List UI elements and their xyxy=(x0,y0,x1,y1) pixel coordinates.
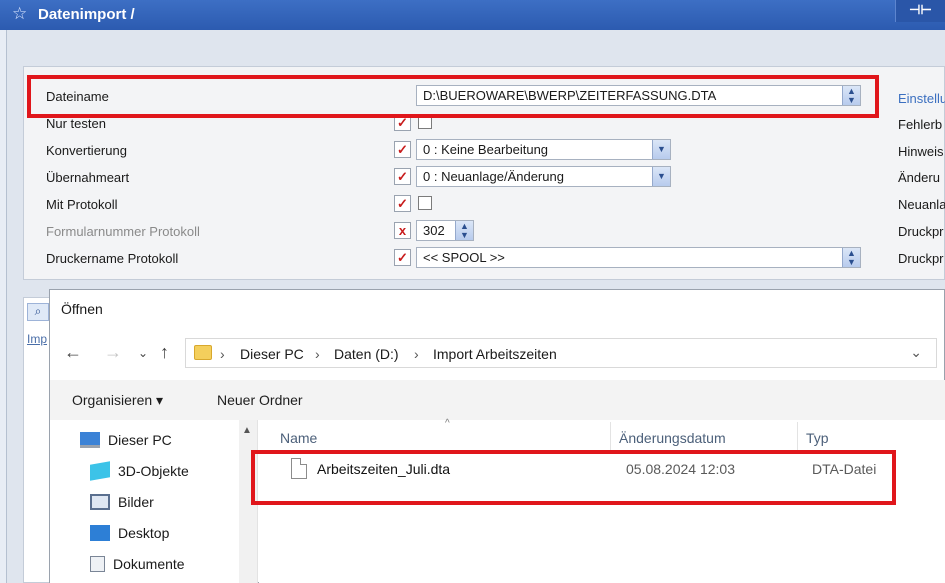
dropdown-arrow-icon[interactable]: ▼ xyxy=(652,167,670,186)
nav-label: Bilder xyxy=(118,494,154,510)
nav-item-bilder[interactable]: Bilder xyxy=(90,494,154,510)
column-header-type[interactable]: Typ xyxy=(806,430,829,446)
nav-label: 3D-Objekte xyxy=(118,463,189,479)
nav-label: Desktop xyxy=(118,525,170,541)
column-divider[interactable] xyxy=(610,422,611,450)
desktop-icon xyxy=(90,525,110,541)
right-label-fehler: Fehlerb xyxy=(898,117,943,132)
row-mit-protokoll: Mit Protokoll ✓ xyxy=(24,191,894,217)
nav-item-desktop[interactable]: Desktop xyxy=(90,525,169,541)
grid-header[interactable]: Imp xyxy=(27,332,47,346)
dropdown-arrow-icon[interactable]: ▼ xyxy=(652,140,670,159)
pictures-icon xyxy=(90,494,110,510)
label-formularnummer: Formularnummer Protokoll xyxy=(46,224,200,239)
navigation-pane: Dieser PC 3D-Objekte Bilder Desktop Doku… xyxy=(50,420,258,583)
stepper-icon[interactable]: ▲ ▼ xyxy=(455,221,473,240)
highlight-file-frame xyxy=(251,450,896,505)
crumb-daten-d[interactable]: Daten (D:) xyxy=(334,346,399,362)
crumb-dieser-pc[interactable]: Dieser PC xyxy=(240,346,304,362)
column-header-name[interactable]: Name xyxy=(280,430,317,446)
sort-ascending-icon: ^ xyxy=(445,418,450,429)
druckername-field[interactable]: << SPOOL >> ▲ ▼ xyxy=(416,247,861,268)
row-druckername: Druckername Protokoll ✓ << SPOOL >> ▲ ▼ xyxy=(24,245,894,271)
right-link-einstellungen[interactable]: Einstellu xyxy=(898,91,945,106)
label-uebernahmeart: Übernahmeart xyxy=(46,170,130,185)
right-label-druck-1: Druckpr xyxy=(898,224,944,239)
override-check-icon[interactable]: ✓ xyxy=(394,141,411,158)
nav-label: Dokumente xyxy=(113,556,185,572)
label-druckername: Druckername Protokoll xyxy=(46,251,179,266)
right-label-hinweis: Hinweis xyxy=(898,144,944,159)
forward-arrow-icon[interactable]: → xyxy=(104,342,122,363)
computer-icon xyxy=(80,432,100,448)
druckername-spinner-icon[interactable]: ▲ ▼ xyxy=(842,248,860,267)
column-header-date[interactable]: Änderungsdatum xyxy=(619,430,726,446)
crumb-import-arbeitszeiten[interactable]: Import Arbeitszeiten xyxy=(433,346,557,362)
override-check-icon[interactable]: ✓ xyxy=(394,195,411,212)
favorite-star-icon[interactable]: ☆ xyxy=(12,4,27,24)
scroll-up-icon[interactable]: ▲ xyxy=(242,425,252,436)
dialog-toolbar: Organisieren ▾ Neuer Ordner xyxy=(50,380,945,420)
dialog-title: Öffnen xyxy=(61,301,103,317)
organize-button[interactable]: Organisieren ▾ xyxy=(72,392,163,409)
row-uebernahmeart: Übernahmeart ✓ 0 : Neuanlage/Änderung ▼ xyxy=(24,164,894,190)
up-arrow-icon[interactable]: ↑ xyxy=(160,342,169,363)
uebernahmeart-select[interactable]: 0 : Neuanlage/Änderung ▼ xyxy=(416,166,671,187)
highlight-filename-frame xyxy=(27,75,879,118)
nav-item-3d-objekte[interactable]: 3D-Objekte xyxy=(90,461,189,481)
nav-item-dokumente[interactable]: Dokumente xyxy=(90,556,185,572)
pin-window-button[interactable]: ⊣⊢ xyxy=(895,0,945,22)
right-label-aenderung: Änderu xyxy=(898,170,940,185)
column-divider[interactable] xyxy=(797,422,798,450)
override-cross-icon[interactable]: x xyxy=(394,222,411,239)
label-nur-testen: Nur testen xyxy=(46,116,106,131)
override-check-icon[interactable]: ✓ xyxy=(394,249,411,266)
open-file-dialog: Öffnen ← → ⌄ ↑ › Dieser PC › Daten (D:) … xyxy=(49,289,945,583)
folder-icon xyxy=(194,345,212,360)
formularnummer-value: 302 xyxy=(423,223,445,238)
back-arrow-icon[interactable]: ← xyxy=(64,342,82,363)
recent-chevron-icon[interactable]: ⌄ xyxy=(138,346,148,360)
crumb-sep-icon: › xyxy=(414,346,419,362)
formularnummer-stepper[interactable]: 302 ▲ ▼ xyxy=(416,220,474,241)
window-title: Datenimport / xyxy=(38,6,135,23)
right-label-neuanlage: Neuanla xyxy=(898,197,945,212)
mit-protokoll-checkbox[interactable] xyxy=(418,196,432,210)
cube-icon xyxy=(90,461,110,481)
label-konvertierung: Konvertierung xyxy=(46,143,127,158)
window-titlebar: ☆ Datenimport / ⊣⊢ xyxy=(0,0,945,30)
druckername-value: << SPOOL >> xyxy=(423,250,505,265)
override-check-icon[interactable]: ✓ xyxy=(394,168,411,185)
nav-label: Dieser PC xyxy=(108,432,172,448)
search-icon[interactable]: ⌕ xyxy=(27,303,49,321)
crumb-sep-icon: › xyxy=(315,346,320,362)
dialog-navbar: ← → ⌄ ↑ › Dieser PC › Daten (D:) › Impor… xyxy=(50,334,945,372)
konvertierung-select[interactable]: 0 : Keine Bearbeitung ▼ xyxy=(416,139,671,160)
right-label-druck-2: Druckpr xyxy=(898,251,944,266)
konvertierung-value: 0 : Keine Bearbeitung xyxy=(423,142,549,157)
row-konvertierung: Konvertierung ✓ 0 : Keine Bearbeitung ▼ xyxy=(24,137,894,163)
uebernahmeart-value: 0 : Neuanlage/Änderung xyxy=(423,169,564,184)
nav-item-dieser-pc[interactable]: Dieser PC xyxy=(80,432,172,448)
crumb-sep-icon: › xyxy=(220,346,225,362)
documents-icon xyxy=(90,556,105,572)
label-mit-protokoll: Mit Protokoll xyxy=(46,197,118,212)
new-folder-button[interactable]: Neuer Ordner xyxy=(217,392,303,408)
address-bar[interactable]: › Dieser PC › Daten (D:) › Import Arbeit… xyxy=(185,338,937,368)
row-formularnummer: Formularnummer Protokoll x 302 ▲ ▼ xyxy=(24,218,894,244)
address-dropdown-icon[interactable]: ⌄ xyxy=(910,344,922,361)
